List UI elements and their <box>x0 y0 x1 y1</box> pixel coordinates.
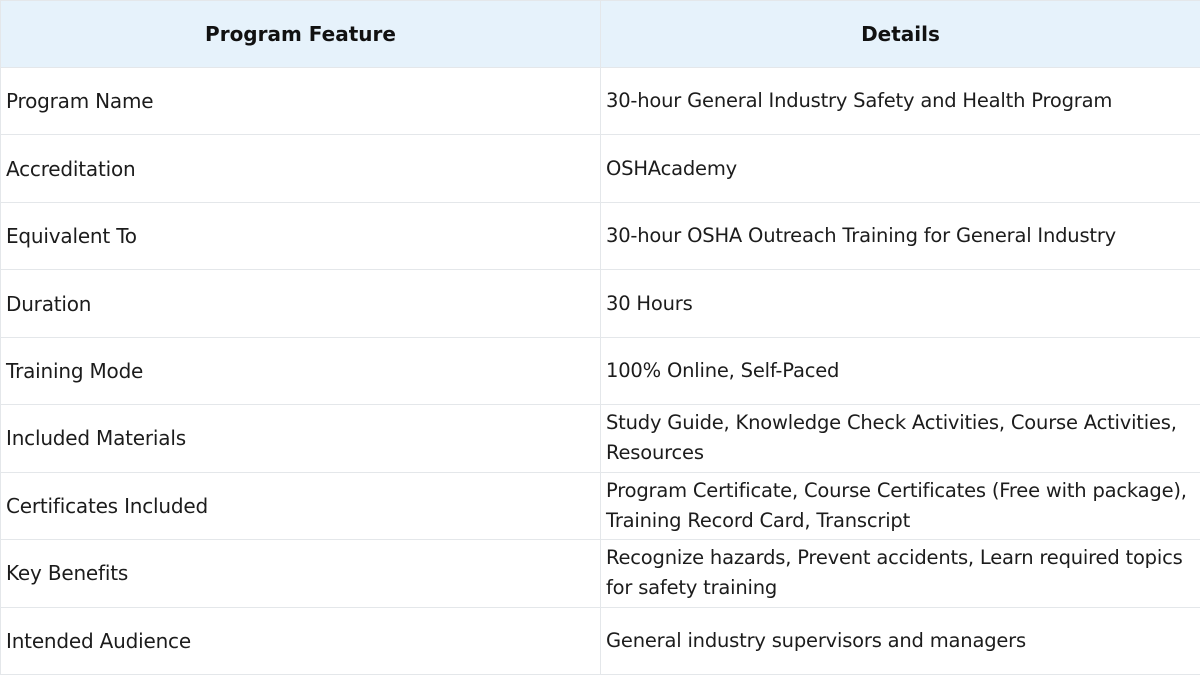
feature-cell: Intended Audience <box>0 606 601 675</box>
feature-cell: Accreditation <box>0 134 601 203</box>
detail-cell: 100% Online, Self-Paced <box>600 336 1200 406</box>
table-row: Included Materials Study Guide, Knowledg… <box>0 404 1200 473</box>
table-row: Intended Audience General industry super… <box>0 606 1200 675</box>
table-row: Training Mode 100% Online, Self-Paced <box>0 336 1200 406</box>
detail-cell: 30-hour OSHA Outreach Training for Gener… <box>600 201 1200 271</box>
detail-cell: 30-hour General Industry Safety and Heal… <box>600 66 1200 136</box>
feature-cell: Equivalent To <box>0 201 601 271</box>
detail-cell: 30 Hours <box>600 269 1200 338</box>
table-row: Accreditation OSHAcademy <box>0 134 1200 203</box>
table-row: Key Benefits Recognize hazards, Prevent … <box>0 539 1200 608</box>
feature-cell: Training Mode <box>0 336 601 406</box>
detail-cell: Program Certificate, Course Certificates… <box>600 471 1200 541</box>
table-row: Equivalent To 30-hour OSHA Outreach Trai… <box>0 201 1200 271</box>
table-row: Duration 30 Hours <box>0 269 1200 338</box>
table-row: Program Name 30-hour General Industry Sa… <box>0 66 1200 136</box>
detail-cell: OSHAcademy <box>600 134 1200 203</box>
table-header-row: Program Feature Details <box>0 0 1200 68</box>
detail-cell: Study Guide, Knowledge Check Activities,… <box>600 404 1200 473</box>
column-header-details: Details <box>600 0 1200 68</box>
table-row: Certificates Included Program Certificat… <box>0 471 1200 541</box>
feature-cell: Certificates Included <box>0 471 601 541</box>
program-features-table: Program Feature Details Program Name 30-… <box>0 0 1200 675</box>
detail-cell: Recognize hazards, Prevent accidents, Le… <box>600 539 1200 608</box>
feature-cell: Duration <box>0 269 601 338</box>
feature-cell: Included Materials <box>0 404 601 473</box>
feature-cell: Key Benefits <box>0 539 601 608</box>
feature-cell: Program Name <box>0 66 601 136</box>
column-header-program-feature: Program Feature <box>0 0 601 68</box>
detail-cell: General industry supervisors and manager… <box>600 606 1200 675</box>
